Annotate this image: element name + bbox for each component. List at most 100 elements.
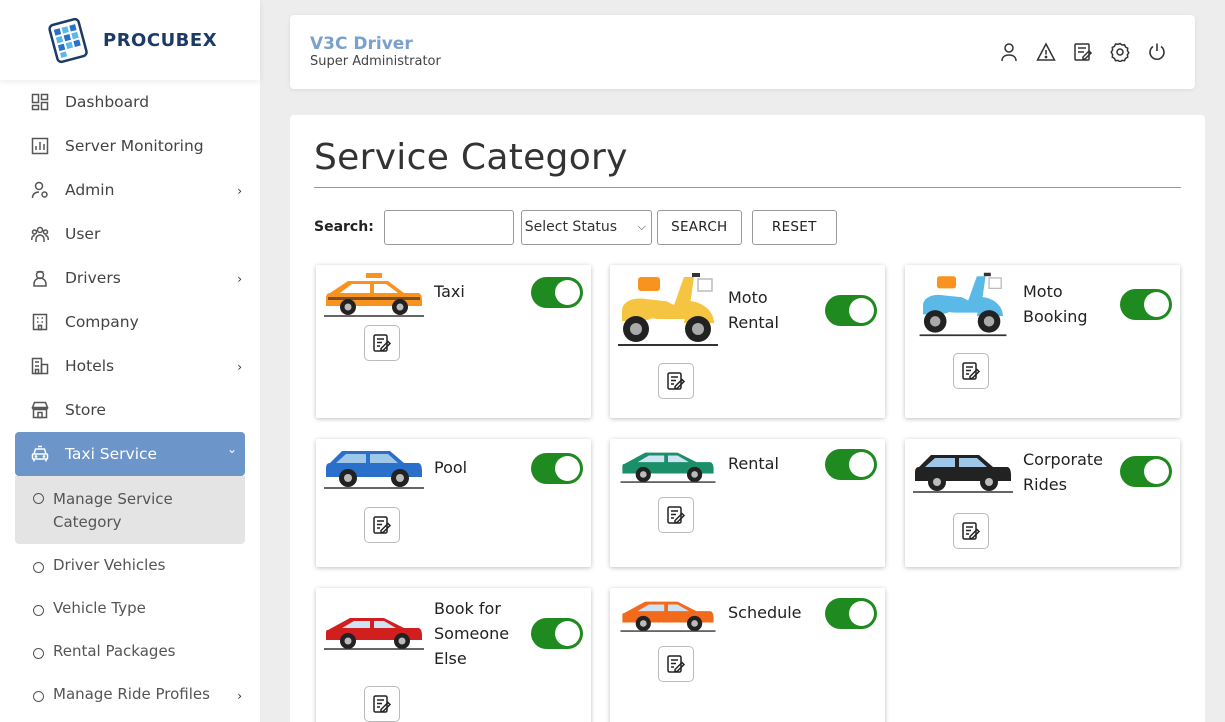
sidebar-item-taxi-service[interactable]: Taxi Service ⌄ (15, 432, 245, 476)
sidebar: PROCUBEX Dashboard Server Monitoring Adm… (0, 0, 260, 722)
category-card-moto-rental: Moto Rental (610, 265, 885, 418)
admin-icon (31, 181, 49, 199)
scooter-image (618, 271, 718, 351)
sidebar-item-label: Taxi Service (65, 445, 158, 463)
settings-icon[interactable] (1110, 42, 1130, 62)
chevron-down-icon: ⌄ (226, 442, 237, 456)
category-card-pool: Pool (316, 439, 591, 567)
category-name: Corporate Rides (1023, 450, 1103, 494)
submenu-item-rental-packages[interactable]: Rental Packages (15, 630, 245, 673)
status-select[interactable]: Select Status ⌵ (520, 209, 652, 245)
category-name: Schedule (728, 603, 802, 622)
circle-icon (33, 691, 44, 702)
edit-button[interactable] (364, 325, 400, 361)
edit-button[interactable] (658, 497, 694, 533)
status-toggle[interactable] (825, 295, 877, 326)
user-name: V3C Driver (310, 34, 413, 54)
edit-icon (961, 361, 981, 381)
circle-icon (33, 605, 44, 616)
search-label: Search: (314, 219, 374, 235)
status-select-value: Select Status (524, 219, 618, 235)
status-toggle[interactable] (531, 453, 583, 484)
sidebar-item-label: Drivers (65, 269, 121, 287)
page-title: Service Category (314, 137, 628, 178)
category-name: Pool (434, 458, 468, 477)
sidebar-item-user[interactable]: User (0, 212, 260, 256)
notes-icon[interactable] (1073, 42, 1093, 62)
company-icon (31, 313, 49, 331)
store-icon (31, 401, 49, 419)
chevron-down-icon: ⌵ (637, 219, 646, 233)
edit-icon (666, 371, 686, 391)
status-toggle[interactable] (1120, 456, 1172, 487)
sidebar-item-label: Server Monitoring (65, 137, 204, 155)
submenu-item-manage-ride-profiles[interactable]: Manage Ride Profiles › (15, 673, 245, 716)
brand-name: PROCUBEX (103, 29, 218, 51)
taxi-icon (31, 445, 49, 463)
sidebar-item-dashboard[interactable]: Dashboard (0, 80, 260, 124)
category-card-schedule: Schedule (610, 588, 885, 722)
edit-icon (961, 521, 981, 541)
chevron-right-icon: › (237, 689, 242, 703)
status-toggle[interactable] (825, 598, 877, 629)
category-card-moto-booking: Moto Booking (905, 265, 1180, 418)
title-divider (314, 187, 1181, 188)
sidebar-item-label: User (65, 225, 101, 243)
status-toggle[interactable] (531, 277, 583, 308)
submenu-item-label: Manage Service Category (53, 490, 173, 531)
edit-icon (372, 694, 392, 714)
circle-icon (33, 493, 44, 504)
category-name: Moto Booking (1023, 282, 1088, 326)
edit-icon (666, 505, 686, 525)
sidebar-item-company[interactable]: Company (0, 300, 260, 344)
submenu-item-label: Rental Packages (53, 642, 176, 660)
dashboard-icon (31, 93, 49, 111)
submenu-item-vehicle-type[interactable]: Vehicle Type (15, 587, 245, 630)
sidebar-nav: Dashboard Server Monitoring Admin › User … (0, 80, 260, 716)
edit-button[interactable] (953, 513, 989, 549)
edit-button[interactable] (364, 507, 400, 543)
sidebar-item-server-monitoring[interactable]: Server Monitoring (0, 124, 260, 168)
users-icon (31, 225, 49, 243)
reset-button[interactable]: RESET (751, 209, 837, 245)
category-card-book-for-someone-else: Book for Someone Else (316, 588, 591, 722)
category-name: Book for Someone Else (434, 599, 510, 668)
sidebar-item-hotels[interactable]: Hotels › (0, 344, 260, 388)
edit-icon (372, 333, 392, 353)
submenu-item-driver-vehicles[interactable]: Driver Vehicles (15, 544, 245, 587)
search-input[interactable] (383, 209, 514, 245)
circle-icon (33, 648, 44, 659)
sidebar-item-label: Store (65, 401, 106, 419)
category-name: Taxi (434, 282, 465, 301)
search-bar: Search: Select Status ⌵ SEARCH RESET (314, 209, 847, 245)
suv-image (324, 445, 424, 493)
edit-button[interactable] (658, 646, 694, 682)
edit-button[interactable] (364, 686, 400, 722)
category-card-taxi: Taxi (316, 265, 591, 418)
driver-icon (31, 269, 49, 287)
sidebar-item-store[interactable]: Store (0, 388, 260, 432)
search-button[interactable]: SEARCH (656, 209, 742, 245)
user-role: Super Administrator (310, 54, 441, 69)
status-toggle[interactable] (531, 618, 583, 649)
status-toggle[interactable] (825, 449, 877, 480)
sedan-image (618, 594, 718, 636)
sidebar-item-admin[interactable]: Admin › (0, 168, 260, 212)
edit-button[interactable] (658, 363, 694, 399)
edit-icon (372, 515, 392, 535)
alert-icon[interactable] (1036, 42, 1056, 62)
sidebar-item-label: Company (65, 313, 139, 331)
sidebar-item-drivers[interactable]: Drivers › (0, 256, 260, 300)
chevron-right-icon: › (237, 272, 242, 286)
logo[interactable]: PROCUBEX (0, 0, 260, 80)
status-toggle[interactable] (1120, 289, 1172, 320)
hotel-icon (31, 357, 49, 375)
scooter-image (913, 271, 1013, 341)
profile-icon[interactable] (999, 42, 1019, 62)
main-content: Service Category Search: Select Status ⌵… (290, 115, 1205, 722)
edit-button[interactable] (953, 353, 989, 389)
chevron-right-icon: › (237, 184, 242, 198)
submenu-item-manage-service-category[interactable]: Manage Service Category (15, 476, 245, 544)
power-icon[interactable] (1147, 42, 1167, 62)
sidebar-item-label: Dashboard (65, 93, 150, 111)
